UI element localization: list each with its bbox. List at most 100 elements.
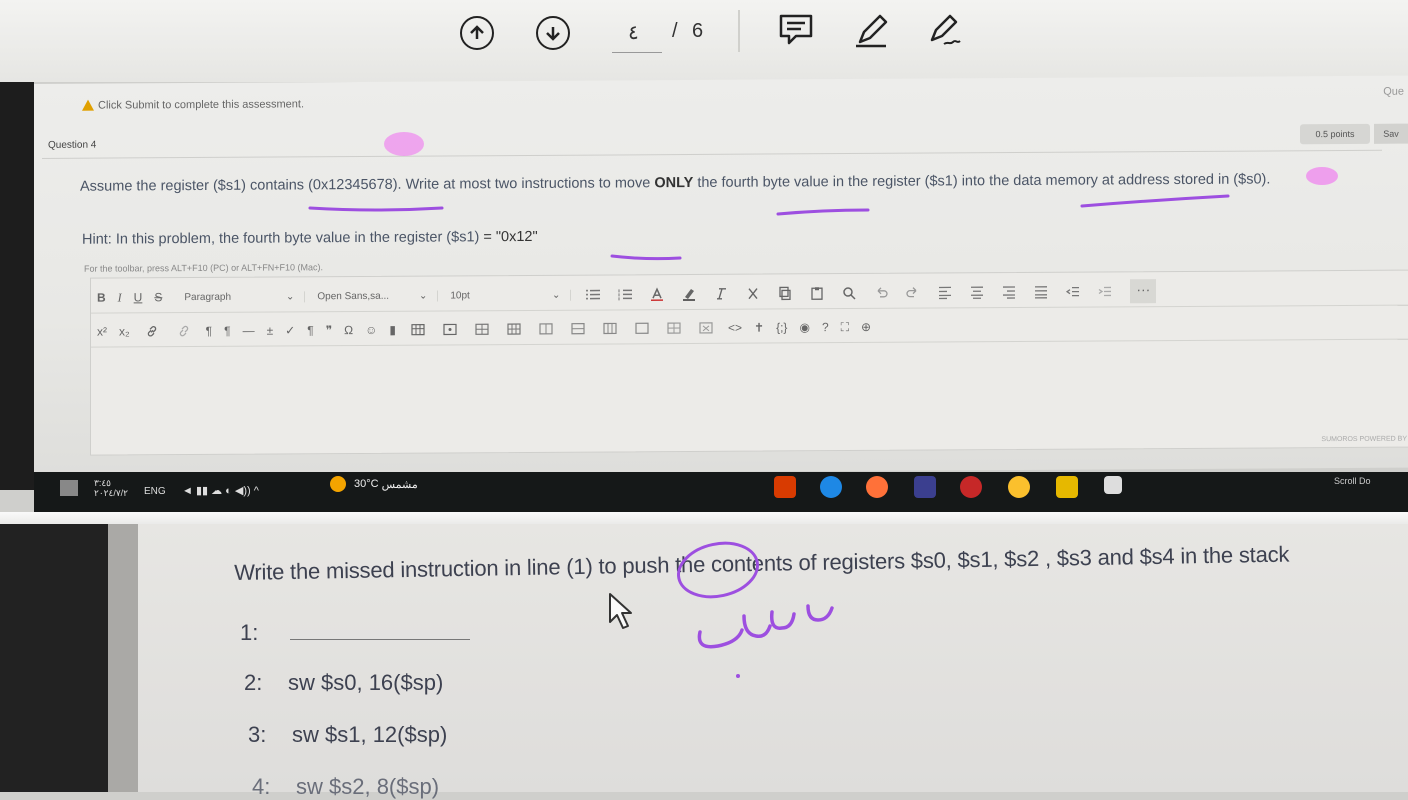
hint-value: = "0x12" <box>483 228 538 246</box>
size-select-value: 10pt <box>450 289 470 301</box>
weather-temp: 30°C <box>354 478 379 490</box>
undo-icon[interactable] <box>874 286 888 300</box>
highlight-color-icon[interactable] <box>682 287 696 301</box>
table-insert-col-icon[interactable] <box>539 322 553 336</box>
language-indicator[interactable]: ENG <box>144 486 166 497</box>
file-explorer-icon[interactable] <box>1056 476 1078 498</box>
fullscreen-button[interactable]: ⛶ <box>841 320 849 335</box>
chevron-down-icon: ⌄ <box>551 289 561 301</box>
insert-line-button[interactable]: ± <box>267 324 274 338</box>
edge-browser-icon[interactable] <box>820 476 842 498</box>
paste-icon[interactable] <box>810 286 824 300</box>
bold-button[interactable]: B <box>97 291 106 305</box>
align-left-icon[interactable] <box>938 285 952 300</box>
previous-page-button[interactable] <box>460 16 494 50</box>
table-merge-icon[interactable] <box>603 321 617 335</box>
system-clock[interactable]: ٣:٤٥ ٢٠٢٤/٧/٢ <box>94 478 128 498</box>
cut-icon[interactable] <box>746 287 760 301</box>
blockquote-button[interactable]: ❞ <box>326 323 332 337</box>
table-split-icon[interactable] <box>635 321 649 335</box>
outdent-icon[interactable] <box>1066 285 1080 299</box>
align-right-icon[interactable] <box>1002 285 1016 299</box>
pdf-viewer-toolbar: ٤ / 6 <box>0 0 1408 82</box>
chrome-icon[interactable] <box>1008 476 1030 498</box>
line-code: sw $s2, 8($sp) <box>296 774 440 799</box>
indent-icon[interactable] <box>1098 284 1112 298</box>
bookmark-button[interactable]: ▮ <box>389 323 396 337</box>
next-page-button[interactable] <box>536 16 570 50</box>
comment-button[interactable] <box>776 10 816 50</box>
chevron-down-icon: ⌄ <box>418 290 428 302</box>
align-center-icon[interactable] <box>970 285 984 299</box>
hint-text: Hint: In this problem, the fourth byte v… <box>82 229 538 248</box>
insert-image-icon[interactable] <box>443 322 457 336</box>
superscript-button[interactable]: x² <box>97 325 107 339</box>
ltr-button[interactable]: ¶ <box>206 324 212 338</box>
text-color-icon[interactable] <box>650 287 664 301</box>
mouse-cursor-icon <box>609 593 632 629</box>
size-select[interactable]: 10pt ⌄ <box>450 289 572 301</box>
numbered-list-icon[interactable] <box>618 287 633 301</box>
add-content-button[interactable]: ⊕ <box>861 320 871 334</box>
table-icon[interactable] <box>411 323 425 337</box>
horizontal-line-button[interactable]: — <box>243 324 255 338</box>
preview-button[interactable]: ◉ <box>799 320 809 334</box>
page-current-input[interactable]: ٤ <box>628 20 639 45</box>
task-view-icon[interactable] <box>1104 476 1122 494</box>
strikethrough-button[interactable]: S <box>154 290 162 304</box>
table-row-icon[interactable] <box>475 322 489 336</box>
justify-icon[interactable] <box>1034 285 1048 299</box>
underline-button[interactable]: U <box>134 290 143 304</box>
media-player-icon[interactable] <box>960 476 982 498</box>
spellcheck-button[interactable]: ✓ <box>285 323 295 337</box>
more-options-button[interactable]: ··· <box>1130 279 1157 304</box>
table-delete-col-icon[interactable] <box>571 322 585 336</box>
notification-icon[interactable] <box>60 480 78 496</box>
table-delete-icon[interactable] <box>699 321 713 335</box>
submit-notice: Click Submit to complete this assessment… <box>82 98 305 112</box>
save-answer-button[interactable]: Sav <box>1374 123 1408 144</box>
italic-button[interactable]: I <box>118 290 122 305</box>
unlink-icon[interactable] <box>177 324 191 338</box>
help-button[interactable]: ? <box>822 320 829 334</box>
subscript-button[interactable]: x₂ <box>119 324 130 338</box>
table-cell-icon[interactable] <box>507 322 521 336</box>
search-icon[interactable] <box>842 286 856 300</box>
html-button[interactable]: {;} <box>776 320 787 334</box>
notice-text: Click Submit to complete this assessment… <box>98 98 305 112</box>
answer-blank[interactable] <box>290 639 470 640</box>
code-view-button[interactable]: <> <box>728 321 742 335</box>
question-nav-label[interactable]: Que <box>1383 86 1404 98</box>
question-text-bold: ONLY <box>654 174 694 192</box>
weather-widget[interactable]: 30°C مشمس <box>330 476 418 492</box>
page-separator: / <box>672 20 678 42</box>
bullet-list-icon[interactable] <box>586 288 601 302</box>
answer-text-area[interactable] <box>91 343 1408 451</box>
arrow-up-icon <box>470 25 484 39</box>
firefox-icon[interactable] <box>866 476 888 498</box>
premiere-app-icon[interactable] <box>914 476 936 498</box>
line-number: 2: <box>244 670 263 695</box>
paragraph-select[interactable]: Paragraph ⌄ <box>184 290 306 303</box>
font-select[interactable]: Open Sans,sa... ⌄ <box>317 290 439 302</box>
paragraph-mark-button[interactable]: ¶ <box>307 323 313 337</box>
clear-format-icon[interactable] <box>714 287 728 301</box>
rtl-button[interactable]: ¶ <box>224 324 230 338</box>
draw-button[interactable] <box>852 10 892 50</box>
code-line-4: 4: sw $s2, 8($sp) <box>252 774 439 800</box>
copy-icon[interactable] <box>778 286 792 301</box>
special-char-button[interactable]: Ω <box>344 323 353 337</box>
office-app-icon[interactable] <box>774 476 796 498</box>
table-props-icon[interactable] <box>667 321 681 335</box>
editor-toolbar-row-1: B I U S Paragraph ⌄ Open Sans,sa... ⌄ 10pt… <box>91 274 1408 314</box>
code-line-3: 3: sw $s1, 12($sp) <box>248 722 447 748</box>
redo-icon[interactable] <box>906 286 920 300</box>
page-total: 6 <box>692 20 704 42</box>
system-tray-icons[interactable]: ◄ ▮▮ ☁ ◐ ◀)) ^ <box>182 484 259 497</box>
accessibility-button[interactable]: ✝ <box>754 321 764 335</box>
sign-button[interactable] <box>926 10 966 50</box>
emoji-button[interactable]: ☺ <box>365 323 377 337</box>
sun-icon <box>330 476 346 492</box>
link-icon[interactable] <box>145 324 159 338</box>
font-select-value: Open Sans,sa... <box>317 290 390 302</box>
